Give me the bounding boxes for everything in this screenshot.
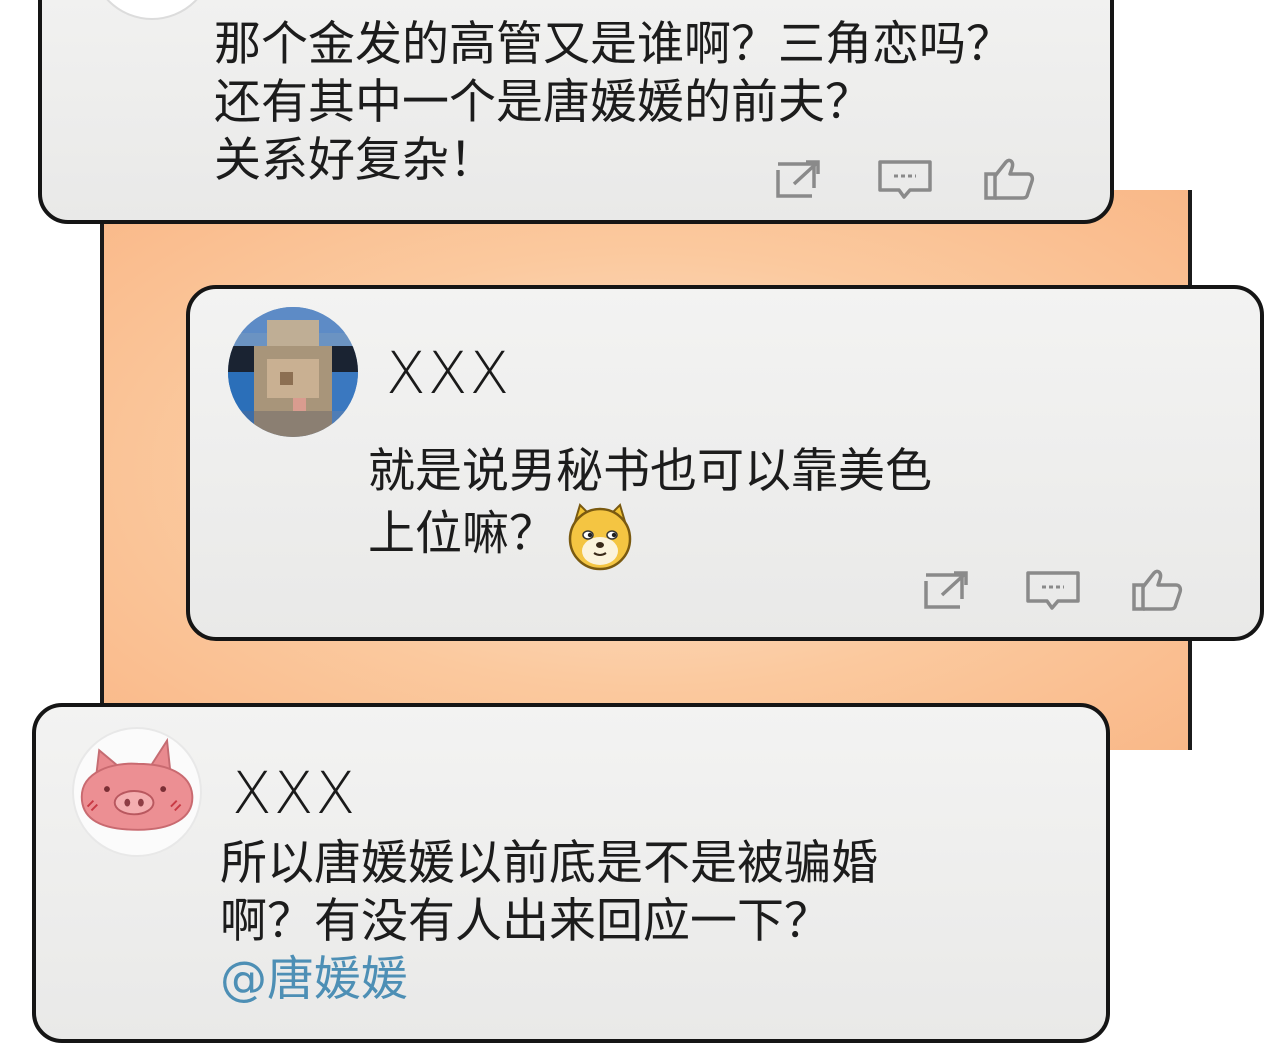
like-icon[interactable]: [1128, 567, 1186, 613]
doge-emoji: [564, 501, 636, 573]
like-icon[interactable]: [980, 156, 1038, 202]
comment-card-1: 那个金发的高管又是谁啊？三角恋吗？ 还有其中一个是唐媛媛的前夫？ 关系好复杂！: [38, 0, 1114, 224]
comment-body: 就是说男秘书也可以靠美色 上位嘛？: [368, 444, 932, 562]
comment-text: 就是说男秘书也可以靠美色 上位嘛？: [368, 443, 1068, 573]
comment-card-3: XXX 所以唐媛媛以前底是不是被骗婚 啊？有没有人出来回应一下？ @唐媛媛: [32, 703, 1110, 1043]
avatar[interactable]: [90, 0, 214, 20]
username[interactable]: XXX: [386, 339, 511, 407]
share-icon[interactable]: [920, 567, 978, 613]
comment-actions: [772, 156, 1038, 202]
mention-link[interactable]: @唐媛媛: [220, 951, 408, 1009]
share-icon[interactable]: [772, 156, 830, 202]
comment-text: 所以唐媛媛以前底是不是被骗婚 啊？有没有人出来回应一下？: [220, 836, 878, 949]
pig-avatar[interactable]: [72, 727, 202, 857]
comment-icon[interactable]: [1024, 567, 1082, 613]
username[interactable]: XXX: [232, 759, 357, 827]
comment-card-2: XXX 就是说男秘书也可以靠美色 上位嘛？: [186, 285, 1264, 641]
pixelated-avatar[interactable]: [228, 307, 358, 437]
comment-icon[interactable]: [876, 156, 934, 202]
comment-actions: [920, 567, 1186, 613]
